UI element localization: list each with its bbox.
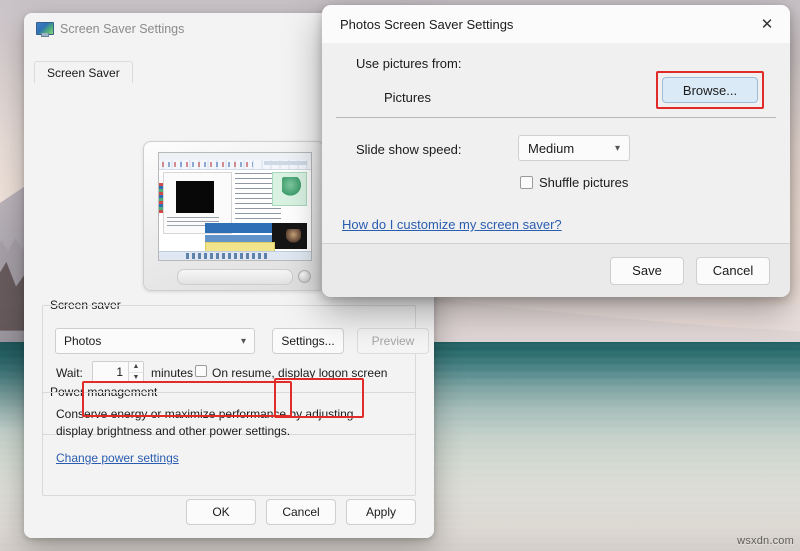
preview-button[interactable]: Preview [357, 328, 429, 354]
display-monitor-icon [36, 22, 54, 37]
save-button-label: Save [632, 263, 662, 278]
tab-screen-saver[interactable]: Screen Saver [34, 61, 133, 85]
ok-button[interactable]: OK [186, 499, 256, 525]
cancel-button-label: Cancel [282, 505, 320, 519]
site-watermark: wsxdn.com [737, 535, 794, 547]
chevron-down-icon: ▾ [614, 142, 620, 154]
slide-show-speed-select[interactable]: Medium ▾ [518, 135, 630, 161]
photos-cancel-button[interactable]: Cancel [696, 256, 770, 285]
ok-button-label: OK [212, 505, 230, 519]
photos-screen-saver-settings-dialog: Photos Screen Saver Settings ✕ Use pictu… [322, 5, 790, 297]
monitor-preview [143, 141, 325, 291]
browse-button[interactable]: Browse... [662, 77, 758, 103]
shuffle-pictures-label: Shuffle pictures [539, 175, 629, 190]
apply-button[interactable]: Apply [346, 499, 416, 525]
stepper-up-icon[interactable]: ▲ [129, 362, 143, 373]
settings-button-label: Settings... [281, 334, 335, 348]
browse-button-label: Browse... [682, 82, 738, 98]
wait-label: Wait: [56, 366, 83, 380]
preview-taskbar-icons [186, 253, 270, 259]
on-resume-checkbox[interactable] [195, 365, 207, 377]
photos-dialog-titlebar: Photos Screen Saver Settings ✕ [322, 5, 790, 43]
cancel-button[interactable]: Cancel [266, 499, 336, 525]
window-title: Screen Saver Settings [60, 22, 185, 36]
stepper-arrows[interactable]: ▲ ▼ [128, 362, 143, 382]
chevron-down-icon: ▾ [240, 335, 246, 347]
monitor-stand [177, 269, 293, 285]
close-icon[interactable]: ✕ [744, 5, 790, 43]
save-button[interactable]: Save [610, 256, 684, 285]
apply-button-label: Apply [365, 505, 397, 519]
screen-root: wsxdn.com Screen Saver Settings Screen S… [0, 0, 800, 551]
screen-saver-select[interactable]: Photos ▾ [55, 328, 255, 354]
photos-dialog-title: Photos Screen Saver Settings [340, 16, 514, 32]
wait-minutes-stepper[interactable]: 1 ▲ ▼ [92, 361, 144, 383]
slide-show-speed-label: Slide show speed: [356, 142, 462, 157]
change-power-settings-link[interactable]: Change power settings [56, 451, 179, 465]
photos-dialog-content: Use pictures from: Pictures Browse... Sl… [322, 43, 790, 244]
shuffle-pictures-checkbox[interactable] [520, 176, 533, 189]
wait-minutes-value: 1 [116, 365, 123, 379]
settings-button[interactable]: Settings... [272, 328, 344, 354]
dialog-divider [336, 117, 776, 118]
highlight-screen-saver-select [82, 381, 292, 417]
preview-photo-subject [285, 229, 301, 243]
preview-toolbar-icons [162, 162, 254, 167]
screen-saver-footer: OK Cancel Apply [24, 486, 434, 538]
highlight-settings-button [274, 378, 364, 418]
photos-cancel-button-label: Cancel [712, 263, 754, 278]
monitor-power-button [298, 270, 311, 283]
preview-button-label: Preview [371, 334, 415, 348]
preview-black-thumbnail [176, 181, 214, 213]
screen-saver-select-value: Photos [64, 334, 102, 348]
preview-green-illustration [281, 177, 303, 197]
pictures-folder-value: Pictures [384, 90, 431, 105]
customize-screen-saver-link[interactable]: How do I customize my screen saver? [342, 217, 562, 232]
use-pictures-from-label: Use pictures from: [356, 56, 462, 71]
tab-screen-saver-label: Screen Saver [47, 66, 120, 80]
preview-url-bar [264, 161, 307, 165]
photos-dialog-footer: Save Cancel [322, 243, 790, 297]
minutes-label: minutes [151, 366, 194, 380]
monitor-screen [158, 152, 312, 261]
slide-show-speed-value: Medium [528, 140, 575, 156]
